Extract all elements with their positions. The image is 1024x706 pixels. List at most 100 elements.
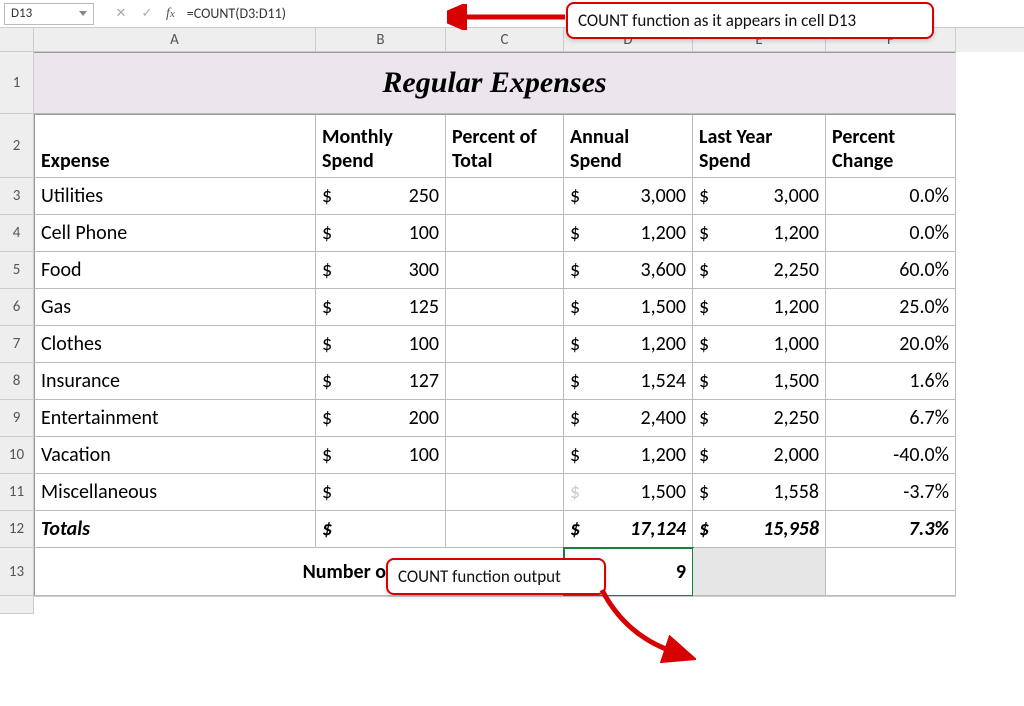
- monthly-spend[interactable]: $300: [316, 252, 446, 289]
- row-header[interactable]: 1: [0, 52, 34, 114]
- annual-spend[interactable]: $2,400: [564, 400, 693, 437]
- row-header[interactable]: 10: [0, 437, 34, 474]
- last-year-spend[interactable]: $2,250: [693, 400, 826, 437]
- percent-change[interactable]: 0.0%: [826, 178, 956, 215]
- cancel-formula-icon[interactable]: ✕: [108, 3, 134, 25]
- row-header[interactable]: [0, 596, 34, 614]
- percent-change[interactable]: 6.7%: [826, 400, 956, 437]
- table-row: 11Miscellaneous$125 $1,500$1,558-3.7%: [0, 474, 1024, 511]
- chevron-down-icon: [79, 11, 87, 16]
- last-year-spend[interactable]: $1,500: [693, 363, 826, 400]
- expense-name[interactable]: Miscellaneous: [34, 474, 316, 511]
- annual-spend[interactable]: $1,500: [564, 474, 693, 511]
- sheet-title: Regular Expenses: [382, 66, 606, 100]
- monthly-spend[interactable]: $100: [316, 326, 446, 363]
- monthly-spend[interactable]: $250: [316, 178, 446, 215]
- percent-change[interactable]: 1.6%: [826, 363, 956, 400]
- annual-spend[interactable]: $1,524: [564, 363, 693, 400]
- col-header-c[interactable]: C: [446, 28, 564, 52]
- row-header[interactable]: 3: [0, 178, 34, 215]
- cell-e13[interactable]: [693, 548, 826, 596]
- table-row: 9Entertainment$200 $2,400$2,2506.7%: [0, 400, 1024, 437]
- percent-total[interactable]: [446, 326, 564, 363]
- insert-function-icon[interactable]: fx: [160, 6, 181, 22]
- last-year-spend[interactable]: $1,558: [693, 474, 826, 511]
- row-header[interactable]: 9: [0, 400, 34, 437]
- row-header[interactable]: 13: [0, 548, 34, 596]
- percent-change[interactable]: 20.0%: [826, 326, 956, 363]
- totals-label[interactable]: Totals: [34, 511, 316, 548]
- percent-total[interactable]: [446, 437, 564, 474]
- header-annual[interactable]: Annual Spend: [564, 114, 693, 178]
- last-year-spend[interactable]: $1,200: [693, 289, 826, 326]
- count-value: 9: [676, 560, 686, 584]
- monthly-spend[interactable]: $127: [316, 363, 446, 400]
- percent-total[interactable]: [446, 400, 564, 437]
- last-year-spend[interactable]: $1,200: [693, 215, 826, 252]
- header-percent-change[interactable]: Percent Change: [826, 114, 956, 178]
- header-last-year[interactable]: Last Year Spend: [693, 114, 826, 178]
- col-header-b[interactable]: B: [316, 28, 446, 52]
- last-year-spend[interactable]: $2,000: [693, 437, 826, 474]
- expense-name[interactable]: Vacation: [34, 437, 316, 474]
- expense-name[interactable]: Food: [34, 252, 316, 289]
- percent-total[interactable]: [446, 215, 564, 252]
- row-header[interactable]: 5: [0, 252, 34, 289]
- row-header[interactable]: 6: [0, 289, 34, 326]
- row-header[interactable]: 7: [0, 326, 34, 363]
- percent-change[interactable]: 0.0%: [826, 215, 956, 252]
- last-year-spend[interactable]: $2,250: [693, 252, 826, 289]
- row-header[interactable]: 2: [0, 114, 34, 178]
- monthly-spend[interactable]: $200: [316, 400, 446, 437]
- expense-name[interactable]: Cell Phone: [34, 215, 316, 252]
- name-box[interactable]: D13: [4, 3, 94, 25]
- row-header[interactable]: 12: [0, 511, 34, 548]
- percent-change[interactable]: -3.7%: [826, 474, 956, 511]
- percent-change[interactable]: -40.0%: [826, 437, 956, 474]
- annual-spend[interactable]: $3,600: [564, 252, 693, 289]
- title-cell[interactable]: Regular Expenses: [34, 52, 956, 114]
- header-percent-total[interactable]: Percent of Total: [446, 114, 564, 178]
- annual-spend[interactable]: $1,200: [564, 215, 693, 252]
- totals-annual[interactable]: $17,124: [564, 511, 693, 548]
- monthly-spend[interactable]: $100: [316, 215, 446, 252]
- totals-percent[interactable]: [446, 511, 564, 548]
- annual-spend[interactable]: $1,200: [564, 437, 693, 474]
- percent-change[interactable]: 25.0%: [826, 289, 956, 326]
- annual-spend[interactable]: $3,000: [564, 178, 693, 215]
- row-header[interactable]: 8: [0, 363, 34, 400]
- totals-monthly[interactable]: $1,427: [316, 511, 446, 548]
- monthly-spend[interactable]: $125: [316, 474, 446, 511]
- expense-name[interactable]: Utilities: [34, 178, 316, 215]
- percent-total[interactable]: [446, 474, 564, 511]
- select-all-corner[interactable]: [0, 28, 34, 52]
- spreadsheet-grid: A B C D E F 1 Regular Expenses 2 Expense…: [0, 28, 1024, 614]
- accept-formula-icon[interactable]: ✓: [134, 3, 160, 25]
- totals-pct[interactable]: 7.3%: [826, 511, 956, 548]
- name-box-value: D13: [11, 6, 32, 21]
- expense-name[interactable]: Entertainment: [34, 400, 316, 437]
- percent-total[interactable]: [446, 178, 564, 215]
- table-row: 6Gas$125 $1,500$1,20025.0%: [0, 289, 1024, 326]
- header-expense[interactable]: Expense: [34, 114, 316, 178]
- percent-change[interactable]: 60.0%: [826, 252, 956, 289]
- percent-total[interactable]: [446, 363, 564, 400]
- last-year-spend[interactable]: $1,000: [693, 326, 826, 363]
- last-year-spend[interactable]: $3,000: [693, 178, 826, 215]
- header-monthly[interactable]: Monthly Spend: [316, 114, 446, 178]
- expense-name[interactable]: Clothes: [34, 326, 316, 363]
- cell-f13[interactable]: [826, 548, 956, 596]
- row-header[interactable]: 4: [0, 215, 34, 252]
- annual-spend[interactable]: $1,500: [564, 289, 693, 326]
- expense-name[interactable]: Insurance: [34, 363, 316, 400]
- annual-spend[interactable]: $1,200: [564, 326, 693, 363]
- expense-name[interactable]: Gas: [34, 289, 316, 326]
- monthly-spend[interactable]: $125: [316, 289, 446, 326]
- totals-last[interactable]: $15,958: [693, 511, 826, 548]
- col-header-a[interactable]: A: [34, 28, 316, 52]
- table-row: 3Utilities$250$3,000$3,0000.0%: [0, 178, 1024, 215]
- percent-total[interactable]: [446, 289, 564, 326]
- monthly-spend[interactable]: $100: [316, 437, 446, 474]
- row-header[interactable]: 11: [0, 474, 34, 511]
- percent-total[interactable]: [446, 252, 564, 289]
